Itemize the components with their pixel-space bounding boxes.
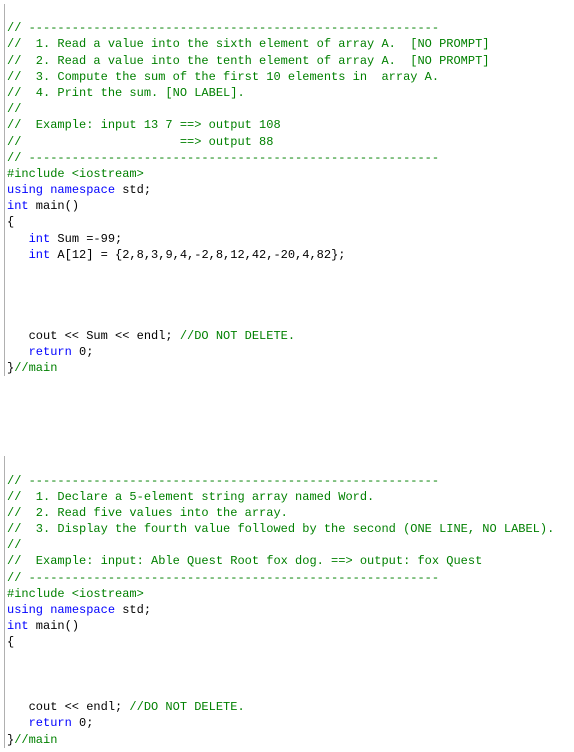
include-directive: #include <iostream> [7,167,144,181]
using-line: using namespace std; [7,603,151,617]
brace-open: { [7,215,14,229]
comment-line: // -------------------------------------… [7,21,439,35]
brace-close-line: }//main [7,361,57,375]
cout-line: cout << Sum << endl; //DO NOT DELETE. [7,329,295,343]
keyword-int: int [7,248,50,262]
comment-inline: //DO NOT DELETE. [129,700,244,714]
text-return-val: 0; [72,345,94,359]
keyword-return: return [7,345,72,359]
comment-line: // 1. Read a value into the sixth elemen… [7,37,489,51]
comment-line: // -------------------------------------… [7,474,439,488]
keyword-using: using [7,183,43,197]
comment-main: //main [14,361,57,375]
comment-line: // Example: input: Able Quest Root fox d… [7,554,482,568]
main-decl-line: int main() [7,619,79,633]
array-decl-line: int A[12] = {2,8,3,9,4,-2,8,12,42,-20,4,… [7,248,345,262]
comment-line: // 4. Print the sum. [NO LABEL]. [7,86,245,100]
keyword-return: return [7,716,72,730]
comment-line: // -------------------------------------… [7,571,439,585]
block-gap [4,376,570,456]
keyword-namespace: namespace [43,183,115,197]
using-line: using namespace std; [7,183,151,197]
text-std: std; [115,603,151,617]
comment-inline: //DO NOT DELETE. [180,329,295,343]
keyword-using: using [7,603,43,617]
comment-main: //main [14,733,57,747]
text-main: main() [29,199,79,213]
keyword-int: int [7,199,29,213]
cout-line: cout << endl; //DO NOT DELETE. [7,700,245,714]
comment-line: // Example: input 13 7 ==> output 108 [7,118,281,132]
comment-line: // 2. Read five values into the array. [7,506,288,520]
comment-line: // 2. Read a value into the tenth elemen… [7,54,489,68]
text-cout: cout << endl; [7,700,129,714]
text-array: A[12] = {2,8,3,9,4,-2,8,12,42,-20,4,82}; [50,248,345,262]
comment-line: // [7,102,21,116]
comment-line: // ==> output 88 [7,135,273,149]
comment-line: // 1. Declare a 5-element string array n… [7,490,374,504]
include-directive: #include <iostream> [7,587,144,601]
code-block-2: // -------------------------------------… [4,456,570,747]
text-return-val: 0; [72,716,94,730]
code-block-1: // -------------------------------------… [4,4,570,376]
comment-line: // -------------------------------------… [7,151,439,165]
comment-line: // 3. Compute the sum of the first 10 el… [7,70,439,84]
comment-line: // [7,538,21,552]
brace-close: } [7,733,14,747]
brace-close-line: }//main [7,733,57,747]
text-std: std; [115,183,151,197]
keyword-int: int [7,232,50,246]
text-main: main() [29,619,79,633]
text-sum: Sum =-99; [50,232,122,246]
keyword-int: int [7,619,29,633]
brace-open: { [7,635,14,649]
keyword-namespace: namespace [43,603,115,617]
comment-line: // 3. Display the fourth value followed … [7,522,554,536]
main-decl-line: int main() [7,199,79,213]
return-line: return 0; [7,345,93,359]
text-cout: cout << Sum << endl; [7,329,180,343]
sum-decl-line: int Sum =-99; [7,232,122,246]
return-line: return 0; [7,716,93,730]
